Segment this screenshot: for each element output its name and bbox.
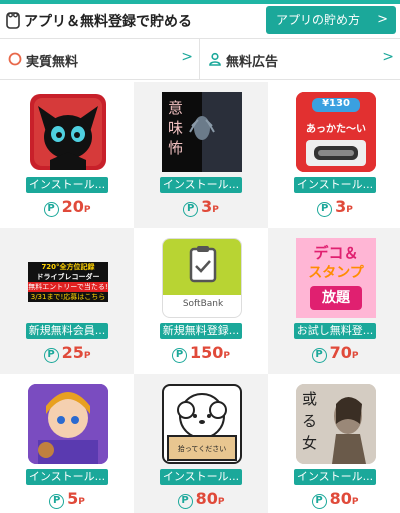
offer-points: P 25P — [0, 343, 134, 363]
app-icon-softbank: SoftBank — [162, 238, 242, 318]
points-unit: P — [223, 351, 230, 361]
art-akkatai: あっかた～い — [306, 124, 366, 135]
circle-icon — [8, 52, 22, 66]
app-icon-fantasy-heroine — [28, 384, 108, 464]
app-icon-black-cat — [28, 92, 108, 172]
offer-label: 新規無料会員... — [26, 323, 108, 339]
points-unit: P — [351, 351, 359, 361]
chevron-right-icon: > — [377, 12, 388, 27]
offer-card[interactable]: インストール... P 20P — [0, 82, 134, 228]
offer-card[interactable]: 720°全方位記録 ドライブレコーダー 無料エントリーで当たる! 3/31まで!… — [0, 228, 134, 374]
points-unit: P — [78, 497, 85, 507]
point-coin-icon: P — [183, 202, 199, 217]
art-recorder-2: ドライブレコーダー — [36, 273, 100, 281]
point-coin-icon: P — [177, 494, 193, 509]
app-icon-imikowa: 意 味 怖 — [162, 92, 242, 172]
banner-drive-recorder: 720°全方位記録 ドライブレコーダー 無料エントリーで当たる! 3/31まで!… — [28, 238, 108, 318]
art-text-i: 意 — [168, 99, 184, 117]
smartphone-frog-icon — [6, 12, 20, 29]
offer-card[interactable]: 意 味 怖 インストール... P 3P — [134, 82, 268, 228]
art-text-ru: る — [302, 412, 318, 430]
points-value: 3 — [335, 197, 347, 216]
app-icon-deco-stamp: デコ＆ スタンプ 放題 — [296, 238, 376, 318]
offer-points: P 80P — [268, 489, 400, 509]
points-unit: P — [351, 497, 359, 507]
offer-points: P 3P — [134, 197, 268, 217]
app-icon-vending: ¥130 あっかた～い — [296, 92, 376, 172]
tab-jisshitsu-muryou[interactable]: 実質無料 > — [0, 39, 200, 79]
point-coin-icon: P — [311, 348, 327, 363]
offer-points: P 150P — [134, 343, 268, 363]
art-text-fu: 怖 — [168, 139, 184, 157]
art-dog-sign: 拾ってください — [177, 445, 227, 453]
offer-card[interactable]: ¥130 あっかた～い インストール... P 3P — [268, 82, 400, 228]
points-value: 80 — [195, 489, 218, 508]
points-unit: P — [212, 205, 219, 215]
tab-muryou-koukoku[interactable]: 無料広告 > — [200, 39, 400, 79]
points-unit: P — [217, 497, 225, 507]
point-coin-icon: P — [311, 494, 327, 509]
points-unit: P — [83, 205, 91, 215]
tab-label: 実質無料 — [26, 55, 79, 70]
points-value: 80 — [329, 489, 352, 508]
offer-label: インストール... — [160, 469, 242, 485]
offer-card[interactable]: インストール... P 5P — [0, 374, 134, 513]
app-icon-aru-onna: 或 る 女 — [296, 384, 376, 464]
points-value: 5 — [67, 489, 79, 508]
art-deco-1: デコ＆ — [313, 244, 359, 262]
art-recorder-3: 無料エントリーで当たる! — [28, 282, 108, 292]
section-header: アプリ＆無料登録で貯める アプリの貯め方 > — [0, 4, 400, 38]
art-softbank: SoftBank — [182, 299, 224, 309]
art-recorder-1: 720°全方位記録 — [41, 263, 95, 271]
points-unit: P — [346, 205, 353, 215]
offer-label: お試し無料登... — [294, 323, 376, 339]
point-coin-icon: P — [171, 348, 187, 363]
points-unit: P — [83, 351, 91, 361]
offer-card[interactable]: デコ＆ スタンプ 放題 お試し無料登... P 70P — [268, 228, 400, 374]
point-coin-icon: P — [43, 202, 59, 217]
points-value: 70 — [329, 343, 352, 362]
offer-points: P 20P — [0, 197, 134, 217]
point-coin-icon: P — [317, 202, 333, 217]
art-deco-2: スタンプ — [308, 265, 364, 281]
art-recorder-4: 3/31まで!応募はこちら — [30, 293, 106, 301]
points-value: 25 — [61, 343, 84, 362]
point-coin-icon: P — [49, 494, 65, 509]
art-price: ¥130 — [322, 98, 350, 109]
offer-points: P 5P — [0, 489, 134, 509]
app-icon-fluffy-dog: 拾ってください — [162, 384, 242, 464]
art-text-aru: 或 — [302, 390, 318, 408]
chevron-right-icon: > — [382, 49, 394, 65]
how-to-save-button[interactable]: アプリの貯め方 > — [266, 6, 396, 34]
tab-label: 無料広告 — [226, 55, 279, 70]
points-value: 3 — [201, 197, 213, 216]
section-title: アプリ＆無料登録で貯める — [24, 14, 192, 30]
art-deco-3: 放題 — [310, 286, 362, 310]
offer-card[interactable]: 拾ってください インストール... P 80P — [134, 374, 268, 513]
offer-card[interactable]: 或 る 女 インストール... P 80P — [268, 374, 400, 513]
offer-label: インストール... — [26, 469, 108, 485]
offer-label: インストール... — [294, 469, 376, 485]
how-to-save-label: アプリの貯め方 — [276, 13, 361, 27]
points-value: 150 — [189, 343, 224, 362]
offer-card[interactable]: SoftBank 新規無料登録... P 150P — [134, 228, 268, 374]
point-coin-icon: P — [43, 348, 59, 363]
offer-points: P 70P — [268, 343, 400, 363]
points-value: 20 — [61, 197, 84, 216]
art-text-onna: 女 — [302, 434, 318, 452]
offer-label: 新規無料登録... — [160, 323, 242, 339]
category-tabs: 実質無料 > 無料広告 > — [0, 38, 400, 80]
offer-label: インストール... — [294, 177, 376, 193]
offer-label: インストール... — [26, 177, 108, 193]
offer-grid: インストール... P 20P 意 味 怖 インストール... P 3P ¥13… — [0, 82, 400, 513]
person-icon — [209, 52, 221, 66]
offer-points: P 3P — [268, 197, 400, 217]
art-text-mi: 味 — [168, 119, 184, 137]
offer-label: インストール... — [160, 177, 242, 193]
chevron-right-icon: > — [181, 49, 193, 65]
offer-points: P 80P — [134, 489, 268, 509]
